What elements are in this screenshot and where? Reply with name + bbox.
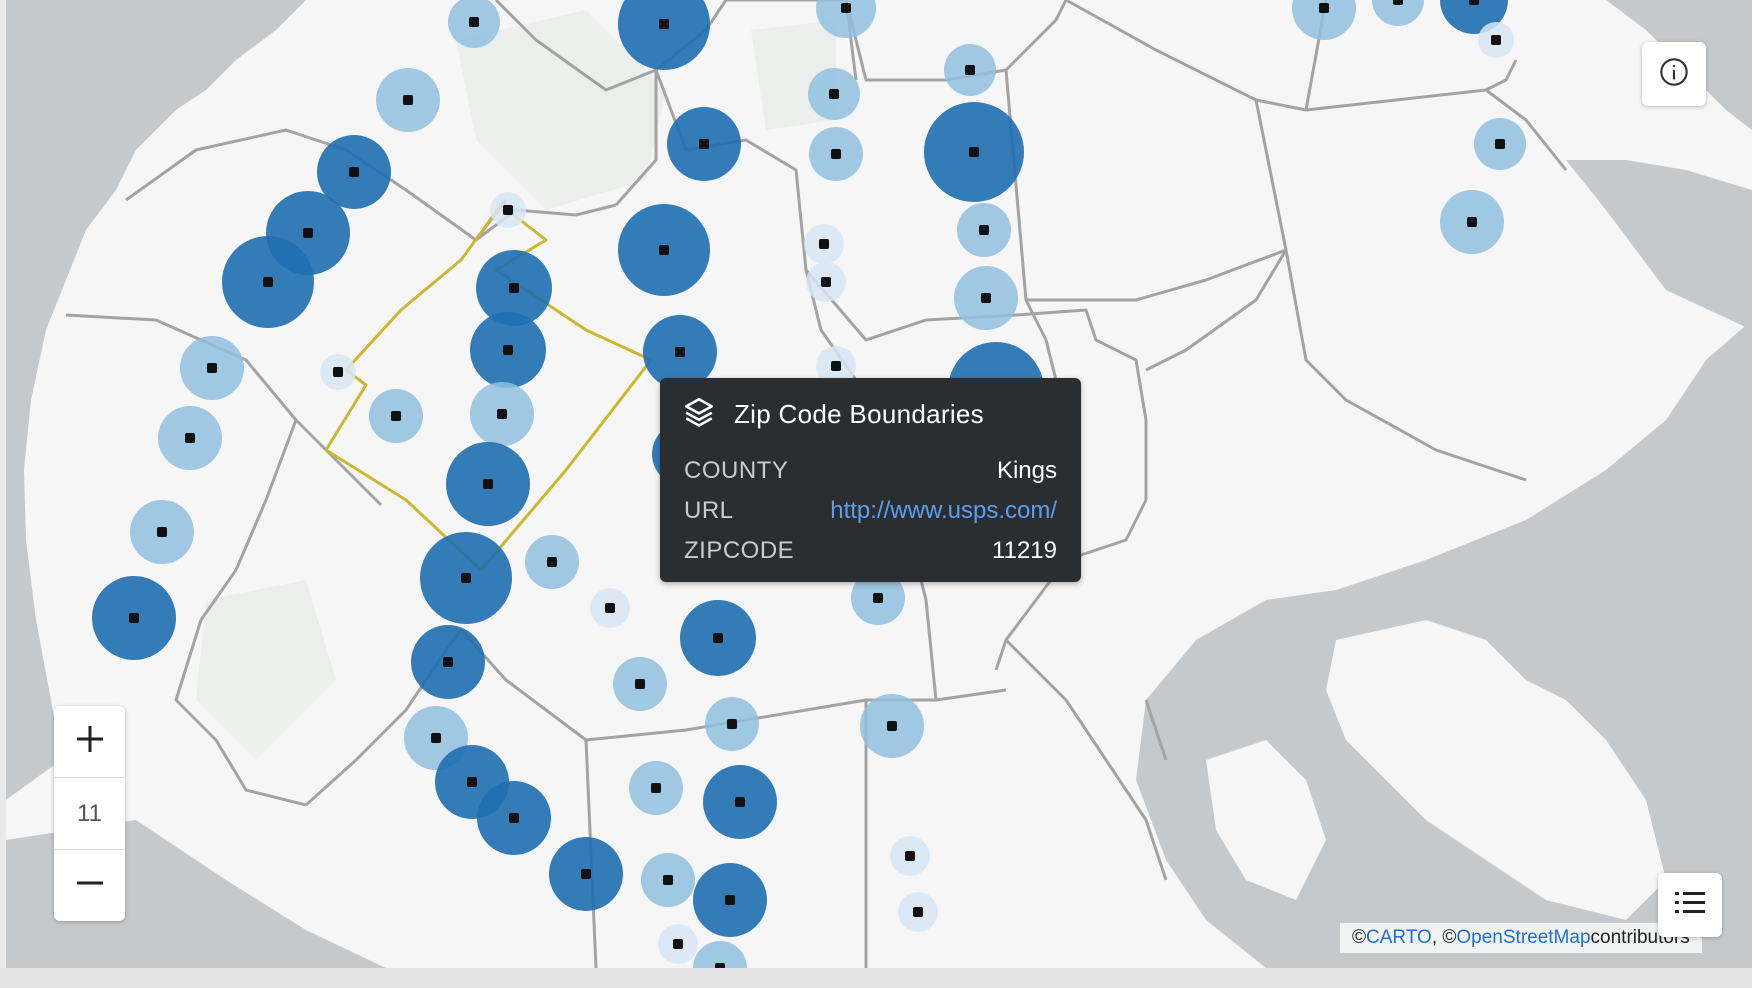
tooltip-header: Zip Code Boundaries <box>682 394 984 434</box>
list-icon <box>1675 890 1705 921</box>
zip-point-center <box>483 479 493 489</box>
tooltip-row-url: URL http://www.usps.com/ <box>684 496 1057 526</box>
zip-point-center <box>263 277 273 287</box>
zip-point-center <box>461 573 471 583</box>
zip-point-center <box>659 245 669 255</box>
zip-point-center <box>509 813 519 823</box>
zip-point-center <box>431 733 441 743</box>
attribution-separator: , © <box>1431 927 1457 948</box>
zip-point-center <box>581 869 591 879</box>
tooltip-title: Zip Code Boundaries <box>734 398 984 429</box>
tooltip-key: ZIPCODE <box>684 537 795 564</box>
tooltip-value: 11219 <box>992 537 1057 564</box>
zip-point-center <box>965 65 975 75</box>
zip-point-center <box>503 345 513 355</box>
zip-point-center <box>303 228 313 238</box>
zoom-control: 11 <box>54 706 125 921</box>
zip-point-center <box>821 277 831 287</box>
zoom-in-button[interactable] <box>54 706 125 777</box>
zip-point-center <box>467 777 477 787</box>
zip-point-center <box>969 147 979 157</box>
map-attribution: © CARTO , © OpenStreetMap contributors <box>1340 923 1702 953</box>
zoom-level: 11 <box>77 799 102 827</box>
zip-point-center <box>841 3 851 13</box>
zip-point-center <box>1491 35 1501 45</box>
zip-point-center <box>1319 3 1329 13</box>
zip-point-center <box>157 527 167 537</box>
zip-point-center <box>659 19 669 29</box>
tooltip-key: URL <box>684 497 734 524</box>
zip-point-center <box>873 593 883 603</box>
zip-point-center <box>673 939 683 949</box>
zip-point-center <box>887 721 897 731</box>
zip-point-center <box>979 225 989 235</box>
zip-point-center <box>333 367 343 377</box>
zip-point-center <box>725 895 735 905</box>
zip-point-center <box>1495 139 1505 149</box>
zip-point-center <box>675 347 685 357</box>
attribution-copyright: © <box>1352 927 1366 948</box>
zip-point-center <box>207 363 217 373</box>
zip-point-center <box>443 657 453 667</box>
feature-tooltip: Zip Code Boundaries COUNTY Kings URL htt… <box>660 378 1081 582</box>
layers-icon <box>682 395 716 434</box>
zip-point-center <box>831 149 841 159</box>
zip-point-center <box>503 205 513 215</box>
zip-point-center <box>651 783 661 793</box>
zip-point-center <box>635 679 645 689</box>
legend-button[interactable] <box>1658 873 1722 937</box>
zip-point-center <box>663 875 673 885</box>
carto-link[interactable]: CARTO <box>1366 927 1432 949</box>
tooltip-row-zipcode: ZIPCODE 11219 <box>684 536 1057 566</box>
zip-point-center <box>735 797 745 807</box>
zip-point-center <box>829 89 839 99</box>
zoom-out-button[interactable] <box>54 850 125 921</box>
openstreetmap-link[interactable]: OpenStreetMap <box>1456 927 1590 949</box>
zip-point-center <box>469 17 479 27</box>
zip-point-center <box>403 95 413 105</box>
info-icon <box>1658 56 1690 93</box>
tooltip-url-link[interactable]: http://www.usps.com/ <box>830 497 1057 525</box>
zip-point-center <box>547 557 557 567</box>
zip-point-center <box>981 293 991 303</box>
map-bottom-edge <box>0 968 1752 988</box>
zip-point-center <box>349 167 359 177</box>
zip-point-center <box>1469 0 1479 5</box>
zip-point-center <box>1467 217 1477 227</box>
zip-point-center <box>497 409 507 419</box>
zip-point-center <box>727 719 737 729</box>
plus-icon <box>75 724 105 759</box>
zip-point-center <box>185 433 195 443</box>
tooltip-value: Kings <box>996 457 1057 484</box>
tooltip-row-county: COUNTY Kings <box>684 456 1057 486</box>
info-button[interactable] <box>1642 42 1706 106</box>
zip-point-center <box>1393 0 1403 5</box>
zip-point-center <box>391 411 401 421</box>
zip-point-center <box>831 361 841 371</box>
zip-point-center <box>699 139 709 149</box>
zip-point-center <box>905 851 915 861</box>
zip-point-center <box>129 613 139 623</box>
zip-point-center <box>509 283 519 293</box>
zip-point-center <box>913 907 923 917</box>
zip-point-center <box>713 633 723 643</box>
zip-point-center <box>605 603 615 613</box>
zip-point-center <box>819 239 829 249</box>
minus-icon <box>75 868 105 903</box>
tooltip-key: COUNTY <box>684 457 789 484</box>
